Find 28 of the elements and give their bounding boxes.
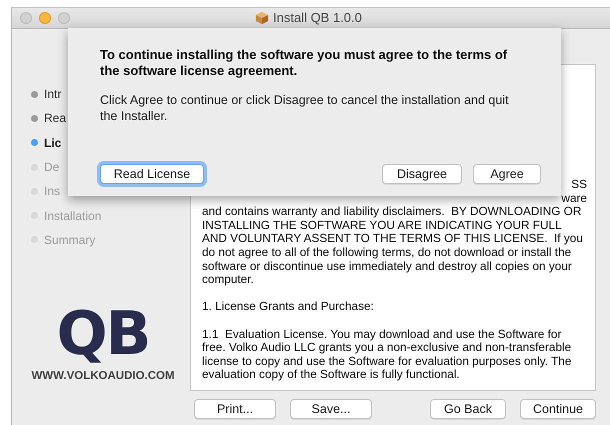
- license-paragraph: and contains warranty and liability disclaimers. BY DOWNLOADING OR INSTALLING THE SOFTWARE YOU ARE INDICATING YOUR FULL AND VOLUNTARY ASSENT TO THE TERMS OF THIS LICENSE. If you do not agree to all of the following terms, do not download or install the software or discontinue use immediately and destroy all copies on your computer.: [202, 205, 583, 287]
- sheet-button[interactable]: Disagree: [382, 164, 462, 184]
- close-button[interactable]: [20, 12, 32, 24]
- minimize-button[interactable]: [39, 12, 51, 24]
- package-icon: [255, 10, 269, 24]
- step-label: Installation: [44, 208, 102, 223]
- step-label: Intr: [44, 87, 62, 102]
- step-label: Lic: [44, 136, 62, 150]
- window-title: Install QB 1.0.0: [273, 10, 362, 25]
- step-label: Summary: [44, 232, 96, 247]
- sheet-message: Click Agree to continue or click Disagree to cancel the installation and quit the Installer.: [100, 92, 510, 124]
- license-text: ware: [560, 192, 587, 206]
- footer-button[interactable]: Save...: [290, 399, 372, 419]
- step-label: De: [44, 160, 60, 174]
- step-label: Rea: [44, 111, 66, 126]
- sheet-button[interactable]: Agree: [473, 164, 541, 184]
- footer-button[interactable]: Go Back: [430, 399, 506, 419]
- read-license-button[interactable]: Read License: [100, 164, 204, 184]
- license-paragraph: 1.1 Evaluation License. You may download and use the Software for free. Volko Audio LLC grants you a non-exclusive and non-transferable license to copy and use the Software for evaluation purposes only. The evaluation copy of the Software is fully functional.: [202, 328, 572, 382]
- zoom-button[interactable]: [58, 12, 70, 24]
- step-label: Ins: [44, 184, 60, 198]
- license-text: SS: [570, 178, 587, 192]
- footer-button[interactable]: Continue: [520, 399, 596, 419]
- logo: QB: [56, 302, 150, 366]
- license-paragraph: 1. License Grants and Purchase:: [202, 300, 374, 314]
- website-url: WWW.VOLKOAUDIO.COM: [31, 370, 175, 382]
- footer-button[interactable]: Print...: [194, 399, 276, 419]
- sheet-heading: To continue installing the software you must agree to the terms of the software license agreement.: [100, 47, 508, 79]
